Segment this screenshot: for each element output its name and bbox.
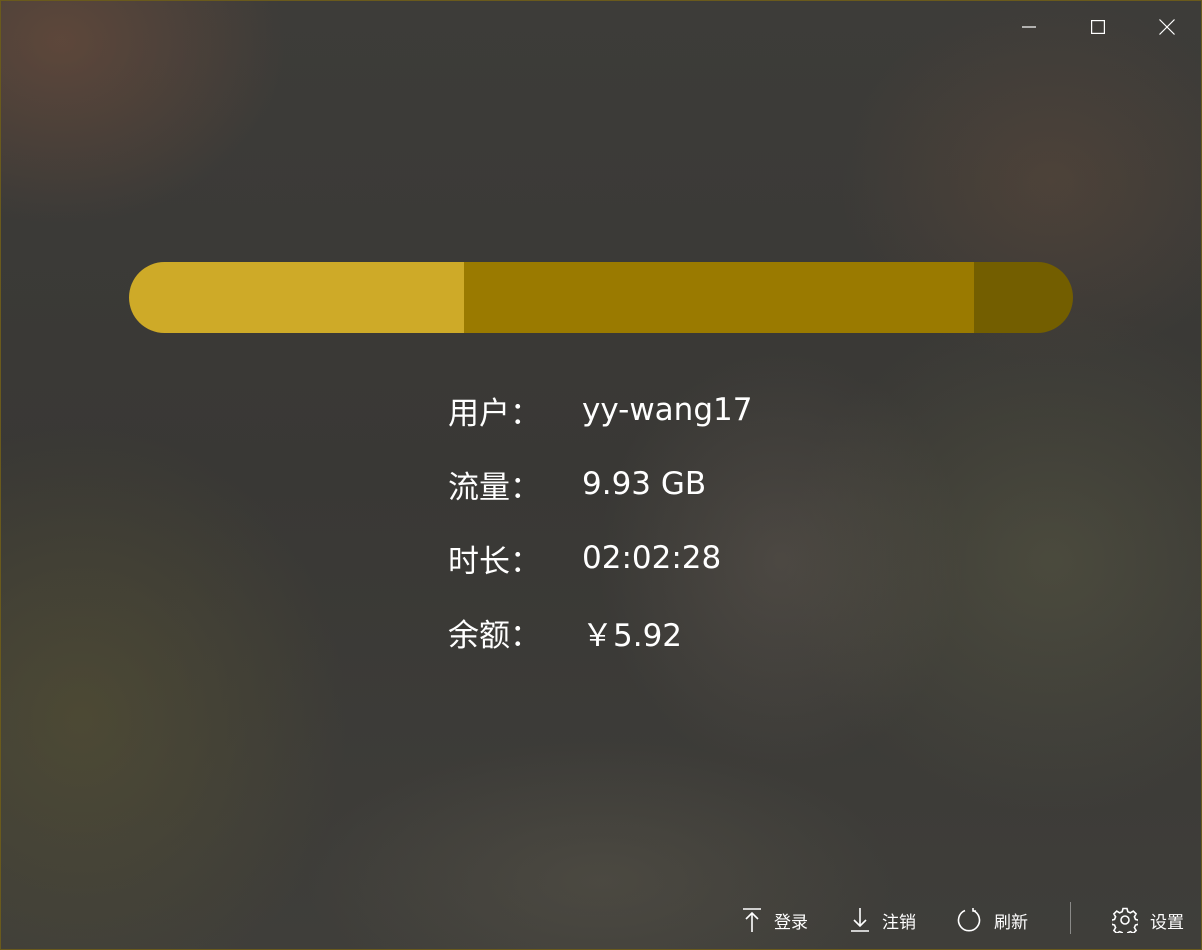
duration-label: 时长：: [448, 543, 541, 580]
user-label: 用户：: [448, 395, 541, 432]
bottom-toolbar: 登录 注销 刷新 设置: [1, 891, 1201, 949]
maximize-button[interactable]: [1063, 1, 1132, 53]
usage-segment: [129, 262, 465, 333]
settings-button[interactable]: 设置: [1112, 891, 1184, 949]
arrow-down-icon: [851, 908, 869, 932]
balance-value: ￥5.92: [582, 617, 683, 654]
usage-progress-bar: [129, 262, 1073, 333]
maximize-icon: [1090, 20, 1105, 34]
login-label: 登录: [774, 912, 808, 933]
duration-value: 02:02:28: [582, 540, 722, 576]
duration-row: 时长： 02:02:28: [448, 521, 752, 595]
arrow-up-icon: [743, 908, 761, 932]
usage-segment: [973, 262, 1073, 333]
balance-row: 余额： ￥5.92: [448, 595, 752, 669]
minimize-button[interactable]: [994, 1, 1063, 53]
close-icon: [1158, 19, 1175, 35]
minimize-icon: [1021, 26, 1036, 28]
user-row: 用户： yy-wang17: [448, 373, 752, 447]
logout-label: 注销: [882, 912, 916, 933]
usage-segment: [464, 262, 974, 333]
account-info: 用户： yy-wang17 流量： 9.93 GB 时长： 02:02:28 余…: [448, 373, 752, 669]
close-button[interactable]: [1132, 1, 1201, 53]
gear-icon: [1112, 907, 1138, 933]
login-button[interactable]: 登录: [742, 891, 808, 949]
logout-button[interactable]: 注销: [850, 891, 916, 949]
caption-buttons: [994, 1, 1201, 53]
traffic-label: 流量：: [448, 469, 541, 506]
settings-label: 设置: [1150, 912, 1184, 933]
refresh-label: 刷新: [994, 912, 1028, 933]
toolbar-divider: [1070, 902, 1071, 934]
refresh-icon: [957, 908, 981, 932]
refresh-button[interactable]: 刷新: [956, 891, 1028, 949]
balance-label: 余额：: [448, 617, 541, 654]
app-window: 用户： yy-wang17 流量： 9.93 GB 时长： 02:02:28 余…: [0, 0, 1202, 950]
user-value: yy-wang17: [582, 392, 753, 428]
traffic-value: 9.93 GB: [582, 466, 707, 502]
traffic-row: 流量： 9.93 GB: [448, 447, 752, 521]
